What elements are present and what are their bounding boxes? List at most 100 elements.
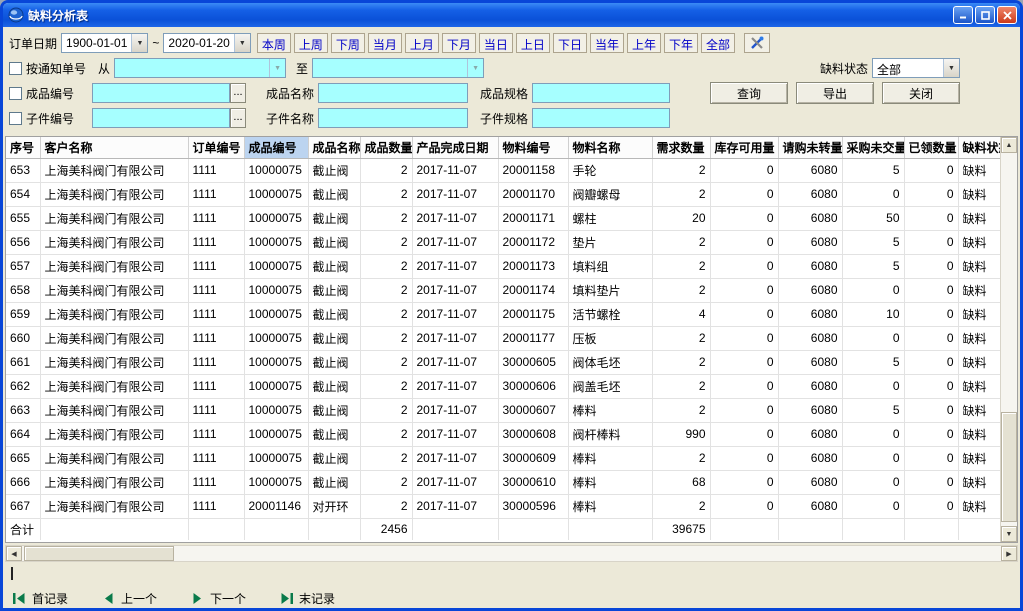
product-no-input[interactable] — [92, 83, 230, 103]
column-header[interactable]: 产品完成日期 — [412, 137, 498, 158]
cell: 5 — [842, 254, 904, 278]
part-filter-checkbox[interactable] — [9, 112, 22, 125]
vertical-scroll-thumb[interactable] — [1001, 412, 1017, 522]
part-no-browse-button[interactable]: ... — [230, 108, 246, 128]
table-row[interactable]: 666上海美科阀门有限公司111110000075截止阀22017-11-073… — [6, 470, 1000, 494]
date-shortcut-button[interactable]: 上日 — [516, 33, 550, 53]
column-header[interactable]: 物料编号 — [498, 137, 568, 158]
table-row[interactable]: 667上海美科阀门有限公司111120001146对开环22017-11-073… — [6, 494, 1000, 518]
prev-record-button[interactable]: 上一个 — [102, 590, 157, 607]
table-row[interactable]: 656上海美科阀门有限公司111110000075截止阀22017-11-072… — [6, 230, 1000, 254]
column-header[interactable]: 客户名称 — [40, 137, 188, 158]
cell: 2 — [360, 446, 412, 470]
first-record-button[interactable]: 首记录 — [13, 590, 68, 607]
notice-to-combobox[interactable]: ▼ — [312, 58, 484, 78]
vertical-scroll-track[interactable] — [1001, 153, 1017, 526]
column-header[interactable]: 需求数量 — [652, 137, 710, 158]
part-spec-input[interactable] — [532, 108, 670, 128]
date-shortcut-button[interactable]: 下年 — [664, 33, 698, 53]
column-header[interactable]: 已领数量 — [904, 137, 958, 158]
date-shortcut-button[interactable]: 本周 — [257, 33, 291, 53]
vertical-scrollbar[interactable]: ▲ ▼ — [1000, 137, 1017, 542]
cell: 20001146 — [244, 494, 308, 518]
table-row[interactable]: 653上海美科阀门有限公司111110000075截止阀22017-11-072… — [6, 158, 1000, 182]
cell: 1111 — [188, 326, 244, 350]
cell: 0 — [710, 230, 778, 254]
date-shortcut-button[interactable]: 上月 — [405, 33, 439, 53]
product-spec-label: 成品规格 — [480, 85, 528, 102]
chevron-down-icon[interactable]: ▼ — [467, 59, 483, 77]
shortage-status-combobox[interactable]: 全部 ▼ — [872, 58, 960, 78]
product-no-browse-button[interactable]: ... — [230, 83, 246, 103]
column-header[interactable]: 缺料状态 — [958, 137, 1000, 158]
date-shortcut-button[interactable]: 上周 — [294, 33, 328, 53]
date-shortcut-button[interactable]: 当月 — [368, 33, 402, 53]
scroll-down-icon[interactable]: ▼ — [1001, 526, 1017, 542]
table-row[interactable]: 661上海美科阀门有限公司111110000075截止阀22017-11-073… — [6, 350, 1000, 374]
table-row[interactable]: 658上海美科阀门有限公司111110000075截止阀22017-11-072… — [6, 278, 1000, 302]
total-cell — [40, 518, 188, 540]
cell: 1111 — [188, 494, 244, 518]
horizontal-scroll-track[interactable] — [22, 546, 1001, 561]
total-cell: 2456 — [360, 518, 412, 540]
date-shortcut-button[interactable]: 当日 — [479, 33, 513, 53]
column-header[interactable]: 订单编号 — [188, 137, 244, 158]
column-header[interactable]: 采购未交量 — [842, 137, 904, 158]
column-header[interactable]: 成品数量 — [360, 137, 412, 158]
next-record-button[interactable]: 下一个 — [191, 590, 246, 607]
cell: 上海美科阀门有限公司 — [40, 278, 188, 302]
chevron-down-icon[interactable]: ▼ — [269, 59, 285, 77]
date-shortcut-button[interactable]: 当年 — [590, 33, 624, 53]
table-row[interactable]: 665上海美科阀门有限公司111110000075截止阀22017-11-073… — [6, 446, 1000, 470]
maximize-button[interactable] — [975, 6, 995, 24]
notice-from-combobox[interactable]: ▼ — [114, 58, 286, 78]
part-no-input[interactable] — [92, 108, 230, 128]
date-shortcut-button[interactable]: 下月 — [442, 33, 476, 53]
column-header[interactable]: 请购未转量 — [778, 137, 842, 158]
table-header-row: 序号客户名称订单编号成品编号成品名称成品数量产品完成日期物料编号物料名称需求数量… — [6, 137, 1000, 158]
close-button[interactable] — [997, 6, 1017, 24]
chevron-down-icon[interactable]: ▼ — [131, 34, 147, 52]
cell: 0 — [710, 470, 778, 494]
date-filter-row: 订单日期 1900-01-01 ▼ ~ 2020-01-20 ▼ 本周上周下周当… — [9, 32, 1016, 54]
date-shortcuts: 本周上周下周当月上月下月当日上日下日当年上年下年全部 — [257, 33, 738, 53]
scroll-up-icon[interactable]: ▲ — [1001, 137, 1017, 153]
scroll-right-icon[interactable]: ▶ — [1001, 546, 1017, 561]
table-row[interactable]: 663上海美科阀门有限公司111110000075截止阀22017-11-073… — [6, 398, 1000, 422]
product-filter-checkbox[interactable] — [9, 87, 22, 100]
minimize-button[interactable] — [953, 6, 973, 24]
date-shortcut-button[interactable]: 上年 — [627, 33, 661, 53]
close-action-button[interactable]: 关闭 — [882, 82, 960, 104]
horizontal-scroll-thumb[interactable] — [24, 546, 174, 561]
date-to-combobox[interactable]: 2020-01-20 ▼ — [163, 33, 250, 53]
table-row[interactable]: 655上海美科阀门有限公司111110000075截止阀22017-11-072… — [6, 206, 1000, 230]
date-shortcut-button[interactable]: 全部 — [701, 33, 735, 53]
column-header[interactable]: 物料名称 — [568, 137, 652, 158]
scroll-left-icon[interactable]: ◀ — [6, 546, 22, 561]
product-name-input[interactable] — [318, 83, 468, 103]
product-spec-input[interactable] — [532, 83, 670, 103]
table-row[interactable]: 659上海美科阀门有限公司111110000075截止阀22017-11-072… — [6, 302, 1000, 326]
chevron-down-icon[interactable]: ▼ — [943, 59, 959, 77]
table-row[interactable]: 657上海美科阀门有限公司111110000075截止阀22017-11-072… — [6, 254, 1000, 278]
query-button[interactable]: 查询 — [710, 82, 788, 104]
export-button[interactable]: 导出 — [796, 82, 874, 104]
last-record-button[interactable]: 末记录 — [280, 590, 335, 607]
column-header[interactable]: 库存可用量 — [710, 137, 778, 158]
table-row[interactable]: 662上海美科阀门有限公司111110000075截止阀22017-11-073… — [6, 374, 1000, 398]
date-from-combobox[interactable]: 1900-01-01 ▼ — [61, 33, 148, 53]
next-record-icon — [191, 593, 204, 604]
date-shortcut-button[interactable]: 下日 — [553, 33, 587, 53]
date-shortcut-button[interactable]: 下周 — [331, 33, 365, 53]
chevron-down-icon[interactable]: ▼ — [234, 34, 250, 52]
notice-checkbox[interactable] — [9, 62, 22, 75]
column-header[interactable]: 成品编号 — [244, 137, 308, 158]
table-row[interactable]: 660上海美科阀门有限公司111110000075截止阀22017-11-072… — [6, 326, 1000, 350]
part-name-input[interactable] — [318, 108, 468, 128]
table-row[interactable]: 654上海美科阀门有限公司111110000075截止阀22017-11-072… — [6, 182, 1000, 206]
column-header[interactable]: 成品名称 — [308, 137, 360, 158]
horizontal-scrollbar[interactable]: ◀ ▶ — [5, 545, 1018, 562]
column-header[interactable]: 序号 — [6, 137, 40, 158]
table-row[interactable]: 664上海美科阀门有限公司111110000075截止阀22017-11-073… — [6, 422, 1000, 446]
date-tool-button[interactable] — [744, 33, 770, 53]
